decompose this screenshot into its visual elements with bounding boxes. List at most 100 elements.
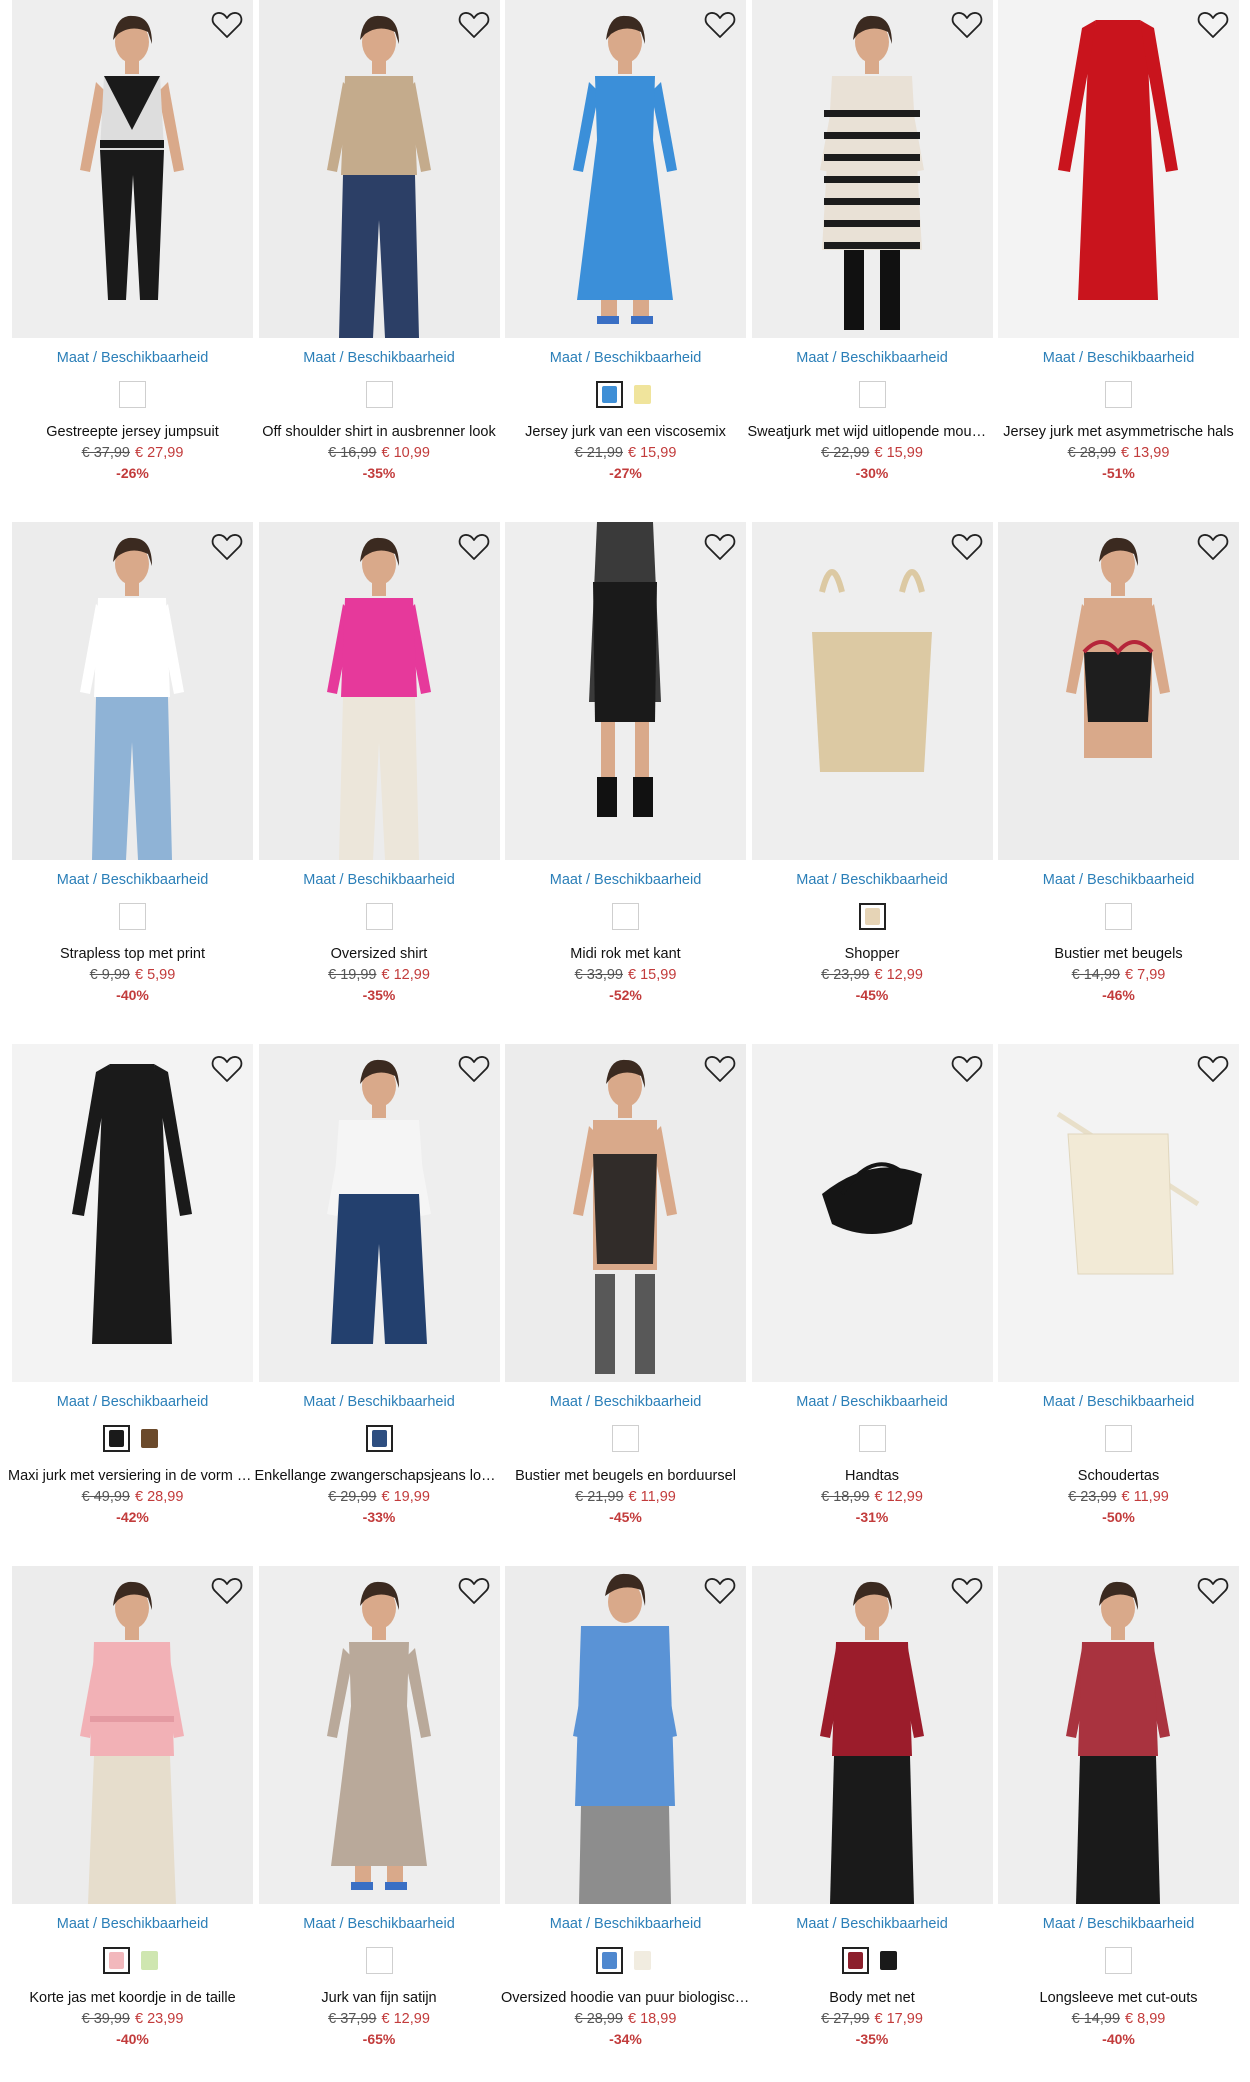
heart-icon[interactable] bbox=[211, 1054, 243, 1084]
product-image[interactable] bbox=[258, 1566, 500, 1904]
product-name[interactable]: Jersey jurk met asymmetrische hals bbox=[994, 424, 1243, 440]
heart-icon[interactable] bbox=[211, 532, 243, 562]
product-image[interactable] bbox=[751, 1044, 993, 1382]
product-name[interactable]: Oversized shirt bbox=[255, 946, 504, 962]
heart-icon[interactable] bbox=[704, 1576, 736, 1606]
product-image[interactable] bbox=[12, 1566, 253, 1904]
color-swatch[interactable] bbox=[102, 1425, 130, 1452]
product-card[interactable]: Maat / Beschikbaarheid Sweatjurk met wijd… bbox=[748, 0, 997, 500]
heart-icon[interactable] bbox=[211, 1576, 243, 1606]
product-card[interactable]: Maat / Beschikbaarheid Strapless top met … bbox=[12, 522, 253, 1022]
size-availability-link[interactable]: Maat / Beschikbaarheid bbox=[505, 1394, 746, 1410]
size-availability-link[interactable]: Maat / Beschikbaarheid bbox=[505, 1916, 746, 1932]
heart-icon[interactable] bbox=[951, 10, 983, 40]
heart-icon[interactable] bbox=[458, 532, 490, 562]
size-availability-link[interactable]: Maat / Beschikbaarheid bbox=[259, 350, 500, 366]
product-image[interactable] bbox=[505, 0, 746, 338]
heart-icon[interactable] bbox=[458, 1054, 490, 1084]
heart-icon[interactable] bbox=[704, 1054, 736, 1084]
product-image[interactable] bbox=[751, 1566, 993, 1904]
product-image[interactable] bbox=[505, 1566, 746, 1904]
heart-icon[interactable] bbox=[1197, 1054, 1229, 1084]
color-swatch[interactable] bbox=[135, 1947, 163, 1974]
size-availability-link[interactable]: Maat / Beschikbaarheid bbox=[998, 872, 1239, 888]
product-name[interactable]: Midi rok met kant bbox=[501, 946, 750, 962]
product-image[interactable] bbox=[12, 0, 253, 338]
product-card[interactable]: Maat / Beschikbaarheid Enkellange zwanger… bbox=[255, 1044, 504, 1544]
color-swatch[interactable] bbox=[595, 1947, 623, 1974]
product-name[interactable]: Strapless top met print bbox=[8, 946, 257, 962]
product-card[interactable]: Maat / Beschikbaarheid Oversized hoodie v… bbox=[501, 1566, 750, 2066]
product-card[interactable]: Maat / Beschikbaarheid Longsleeve met cut… bbox=[998, 1566, 1239, 2066]
color-swatch[interactable] bbox=[858, 1425, 886, 1452]
size-availability-link[interactable]: Maat / Beschikbaarheid bbox=[505, 872, 746, 888]
product-card[interactable]: Maat / Beschikbaarheid Jersey jurk met as… bbox=[998, 0, 1239, 500]
product-name[interactable]: Jersey jurk van een viscosemix bbox=[501, 424, 750, 440]
color-swatch[interactable] bbox=[858, 381, 886, 408]
product-name[interactable]: Korte jas met koordje in de taille bbox=[8, 1990, 257, 2006]
product-image[interactable] bbox=[505, 1044, 746, 1382]
color-swatch[interactable] bbox=[119, 381, 146, 408]
heart-icon[interactable] bbox=[458, 1576, 490, 1606]
product-image[interactable] bbox=[258, 1044, 500, 1382]
size-availability-link[interactable]: Maat / Beschikbaarheid bbox=[752, 350, 993, 366]
product-name[interactable]: Off shoulder shirt in ausbrenner look bbox=[255, 424, 504, 440]
product-image[interactable] bbox=[505, 522, 746, 860]
product-card[interactable]: Maat / Beschikbaarheid Jurk van fijn sati… bbox=[258, 1566, 500, 2066]
product-name[interactable]: Shopper bbox=[748, 946, 997, 962]
size-availability-link[interactable]: Maat / Beschikbaarheid bbox=[259, 1394, 500, 1410]
heart-icon[interactable] bbox=[1197, 532, 1229, 562]
color-swatch[interactable] bbox=[119, 903, 146, 930]
size-availability-link[interactable]: Maat / Beschikbaarheid bbox=[259, 872, 500, 888]
color-swatch[interactable] bbox=[612, 903, 639, 930]
color-swatch[interactable] bbox=[858, 903, 886, 930]
color-swatch[interactable] bbox=[1105, 1947, 1132, 1974]
product-name[interactable]: Longsleeve met cut-outs bbox=[994, 1990, 1243, 2006]
product-card[interactable]: Maat / Beschikbaarheid Bustier met beugel… bbox=[505, 1044, 746, 1544]
product-name[interactable]: Enkellange zwangerschapsjeans loose fit bbox=[255, 1468, 504, 1484]
product-name[interactable]: Body met net bbox=[748, 1990, 997, 2006]
color-swatch[interactable] bbox=[1105, 381, 1132, 408]
product-image[interactable] bbox=[998, 1566, 1239, 1904]
heart-icon[interactable] bbox=[211, 10, 243, 40]
product-card[interactable]: Maat / Beschikbaarheid Bustier met beugel… bbox=[998, 522, 1239, 1022]
color-swatch[interactable] bbox=[1105, 903, 1132, 930]
size-availability-link[interactable]: Maat / Beschikbaarheid bbox=[259, 1916, 500, 1932]
product-card[interactable]: Maat / Beschikbaarheid Gestreepte jersey … bbox=[12, 0, 253, 500]
heart-icon[interactable] bbox=[951, 532, 983, 562]
heart-icon[interactable] bbox=[951, 1576, 983, 1606]
product-card[interactable]: Maat / Beschikbaarheid Korte jas met koor… bbox=[12, 1566, 253, 2066]
product-card[interactable]: Maat / Beschikbaarheid Midi rok met kant €… bbox=[505, 522, 746, 1022]
size-availability-link[interactable]: Maat / Beschikbaarheid bbox=[12, 1916, 253, 1932]
product-card[interactable]: Maat / Beschikbaarheid Body met net € 27,9… bbox=[751, 1566, 993, 2066]
color-swatch[interactable] bbox=[365, 1947, 393, 1974]
color-swatch[interactable] bbox=[595, 381, 623, 408]
size-availability-link[interactable]: Maat / Beschikbaarheid bbox=[752, 872, 993, 888]
heart-icon[interactable] bbox=[951, 1054, 983, 1084]
heart-icon[interactable] bbox=[1197, 1576, 1229, 1606]
color-swatch[interactable] bbox=[628, 381, 656, 408]
product-name[interactable]: Oversized hoodie van puur biologisch kat… bbox=[501, 1990, 750, 2006]
size-availability-link[interactable]: Maat / Beschikbaarheid bbox=[505, 350, 746, 366]
product-card[interactable]: Maat / Beschikbaarheid Handtas € 18,99 € 12… bbox=[751, 1044, 993, 1544]
product-image[interactable] bbox=[998, 1044, 1239, 1382]
product-name[interactable]: Jurk van fijn satijn bbox=[255, 1990, 504, 2006]
product-name[interactable]: Bustier met beugels bbox=[994, 946, 1243, 962]
product-image[interactable] bbox=[751, 522, 993, 860]
product-name[interactable]: Sweatjurk met wijd uitlopende mouwen bbox=[748, 424, 997, 440]
size-availability-link[interactable]: Maat / Beschikbaarheid bbox=[12, 1394, 253, 1410]
product-image[interactable] bbox=[12, 522, 253, 860]
product-card[interactable]: Maat / Beschikbaarheid Oversized shirt € 1… bbox=[258, 522, 500, 1022]
color-swatch[interactable] bbox=[102, 1947, 130, 1974]
size-availability-link[interactable]: Maat / Beschikbaarheid bbox=[998, 1394, 1239, 1410]
product-name[interactable]: Maxi jurk met versiering in de vorm van … bbox=[8, 1468, 257, 1484]
color-swatch[interactable] bbox=[842, 1947, 869, 1974]
product-name[interactable]: Gestreepte jersey jumpsuit bbox=[8, 424, 257, 440]
product-image[interactable] bbox=[12, 1044, 253, 1382]
color-swatch[interactable] bbox=[365, 903, 393, 930]
color-swatch[interactable] bbox=[612, 1425, 639, 1452]
size-availability-link[interactable]: Maat / Beschikbaarheid bbox=[998, 350, 1239, 366]
heart-icon[interactable] bbox=[458, 10, 490, 40]
color-swatch[interactable] bbox=[1105, 1425, 1132, 1452]
size-availability-link[interactable]: Maat / Beschikbaarheid bbox=[12, 872, 253, 888]
